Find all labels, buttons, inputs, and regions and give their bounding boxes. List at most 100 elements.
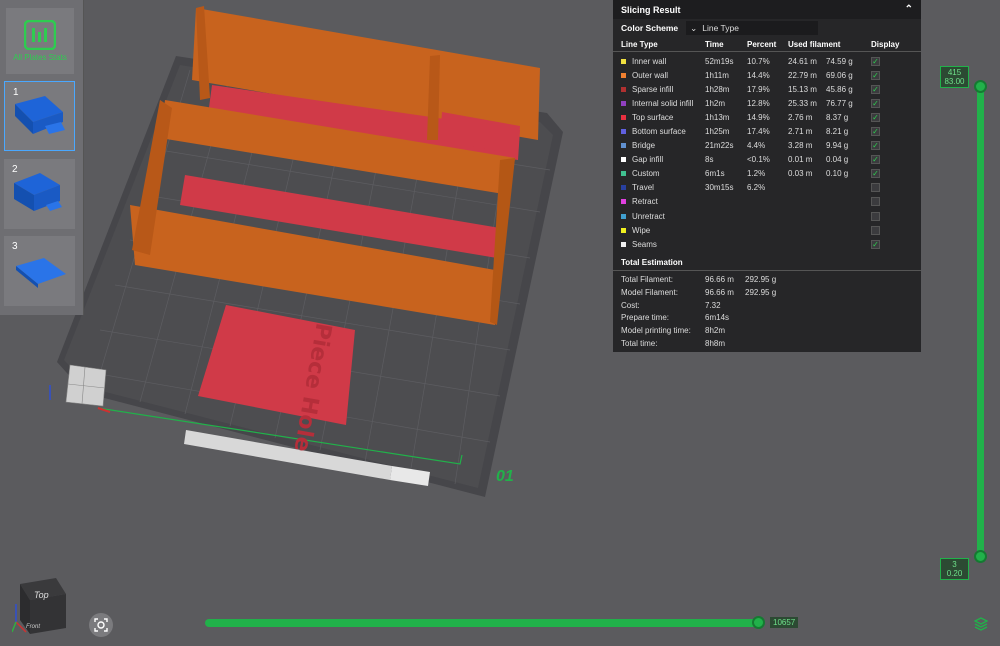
line-type-row: Retract [613, 195, 921, 209]
display-checkbox[interactable]: ✓ [871, 141, 880, 151]
line-type-name: Internal solid infill [621, 99, 705, 108]
display-checkbox[interactable]: ✓ [871, 112, 880, 122]
line-type-name: Outer wall [621, 71, 705, 80]
line-type-label: Sparse infill [632, 84, 674, 94]
chevron-down-icon: ⌄ [690, 22, 698, 33]
line-type-name: Seams [621, 240, 705, 249]
display-checkbox[interactable]: ✓ [871, 56, 880, 66]
estimation-value: 6m14s [705, 313, 730, 323]
line-type-name: Top surface [621, 113, 705, 122]
header-line-type: Line Type [621, 39, 658, 49]
all-plates-stats-button[interactable]: All Plates Stats [6, 8, 74, 74]
line-length: 24.61 m [788, 56, 817, 66]
estimation-row: Model Filament: 96.66 m 292.95 g [613, 286, 921, 299]
line-weight: 74.59 g [826, 56, 853, 66]
layer-range-slider[interactable] [977, 86, 984, 556]
line-color-swatch [621, 185, 626, 191]
estimation-value: 8h2m [705, 325, 726, 335]
display-checkbox[interactable] [871, 183, 880, 193]
bottom-layer-readout: 3 0.20 [940, 558, 969, 580]
line-percent: 12.8% [747, 98, 770, 108]
color-scheme-row: Color Scheme ⌄ Line Type [613, 19, 921, 37]
move-slider[interactable] [205, 619, 761, 627]
top-layer-readout: 415 83.00 [940, 66, 969, 88]
display-checkbox[interactable]: ✓ [871, 98, 880, 108]
line-type-row: Travel 30m15s 6.2% [613, 181, 921, 195]
line-color-swatch [621, 114, 626, 120]
display-checkbox[interactable] [871, 197, 880, 207]
plate-thumb-2[interactable]: 2 [4, 159, 75, 229]
bottom-layer-height: 0.20 [946, 569, 963, 578]
collapse-icon[interactable]: ⌃ [905, 4, 913, 15]
line-percent: 4.4% [747, 141, 766, 151]
stats-icon [24, 20, 56, 50]
line-type-row: Internal solid infill 1h2m 12.8% 25.33 m 76.… [613, 96, 921, 110]
line-type-row: Wipe [613, 223, 921, 237]
line-color-swatch [621, 72, 626, 78]
line-type-label: Gap infill [632, 155, 664, 165]
line-type-label: Top surface [632, 112, 674, 122]
line-color-swatch [621, 157, 626, 163]
line-time: 1h25m [705, 127, 730, 137]
top-layer-handle[interactable] [974, 80, 987, 93]
estimation-row: Model printing time: 8h2m [613, 324, 921, 337]
line-type-name: Sparse infill [621, 85, 705, 94]
display-checkbox[interactable]: ✓ [871, 70, 880, 80]
plate-thumb-1[interactable]: 1 [4, 81, 75, 151]
move-slider-handle[interactable] [752, 616, 765, 629]
estimation-row: Cost: 7.32 [613, 299, 921, 312]
line-type-name: Unretract [621, 212, 705, 221]
top-layer-height: 83.00 [944, 77, 965, 86]
estimation-rows: Total Filament: 96.66 m 292.95 g Model Fila… [613, 273, 921, 349]
line-length: 22.79 m [788, 70, 817, 80]
display-checkbox[interactable]: ✓ [871, 84, 880, 94]
slicing-result-panel: Slicing Result ⌃ Color Scheme ⌄ Line Typ… [613, 0, 921, 352]
display-checkbox[interactable] [871, 211, 880, 221]
view-cube[interactable]: Top Front [12, 574, 72, 636]
header-percent: Percent [747, 39, 777, 49]
bottom-layer-handle[interactable] [974, 550, 987, 563]
line-type-rows: Inner wall 52m19s 10.7% 24.61 m 74.59 g ✓ Oute… [613, 54, 921, 251]
line-weight: 0.04 g [826, 155, 849, 165]
line-color-swatch [621, 213, 626, 219]
estimation-label: Model printing time: [621, 325, 691, 335]
line-percent: 14.9% [747, 112, 770, 122]
line-weight: 45.86 g [826, 84, 853, 94]
line-type-label: Custom [632, 169, 660, 179]
line-type-row: Bottom surface 1h25m 17.4% 2.71 m 8.21 g ✓ [613, 124, 921, 138]
line-weight: 76.77 g [826, 98, 853, 108]
line-type-label: Retract [632, 197, 658, 207]
line-percent: 1.2% [747, 169, 766, 179]
total-estimation-title: Total Estimation [613, 255, 921, 272]
line-percent: 10.7% [747, 56, 770, 66]
display-checkbox[interactable]: ✓ [871, 169, 880, 179]
color-scheme-value: Line Type [702, 23, 739, 33]
display-checkbox[interactable] [871, 225, 880, 235]
line-percent: 17.4% [747, 127, 770, 137]
reset-view-button[interactable] [89, 613, 113, 637]
display-checkbox[interactable]: ✓ [871, 239, 880, 249]
line-time: 30m15s [705, 183, 734, 193]
color-scheme-label: Color Scheme [621, 23, 679, 33]
line-type-name: Bottom surface [621, 127, 705, 136]
line-type-label: Internal solid infill [632, 98, 694, 108]
plate-thumb-3[interactable]: 3 [4, 236, 75, 306]
line-percent: 6.2% [747, 183, 766, 193]
line-type-row: Unretract [613, 209, 921, 223]
panel-header: Slicing Result ⌃ [613, 0, 921, 19]
color-scheme-select[interactable]: ⌄ Line Type [686, 21, 819, 35]
bottom-layer-number: 3 [952, 560, 957, 569]
line-color-swatch [621, 227, 626, 233]
line-type-name: Wipe [621, 226, 705, 235]
line-time: 52m19s [705, 56, 734, 66]
display-checkbox[interactable]: ✓ [871, 155, 880, 165]
line-type-row: Sparse infill 1h28m 17.9% 15.13 m 45.86 g ✓ [613, 82, 921, 96]
line-time: 1h2m [705, 98, 726, 108]
line-type-label: Travel [632, 183, 654, 193]
line-type-name: Retract [621, 197, 705, 206]
line-weight: 8.37 g [826, 112, 849, 122]
line-length: 2.71 m [788, 127, 813, 137]
layers-icon[interactable] [974, 617, 988, 631]
estimation-row: Total time: 8h8m [613, 337, 921, 350]
display-checkbox[interactable]: ✓ [871, 127, 880, 137]
